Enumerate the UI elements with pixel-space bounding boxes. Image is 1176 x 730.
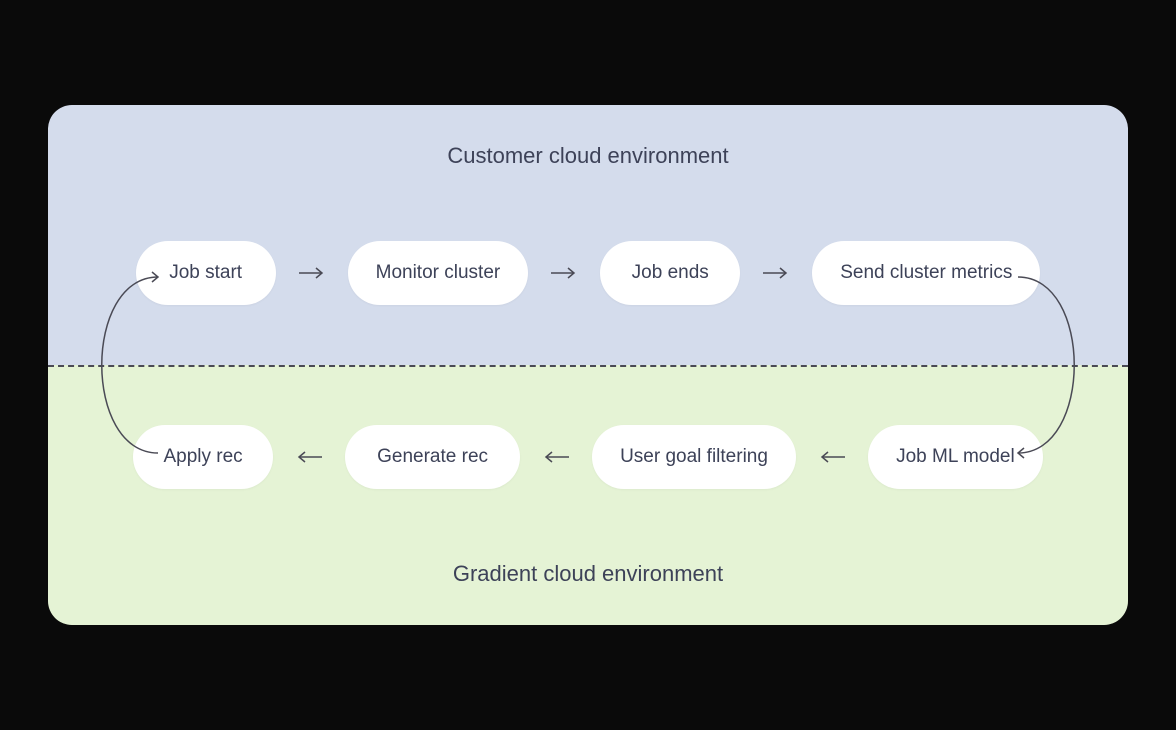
arrow-left-icon [818, 450, 846, 464]
node-generate-rec: Generate rec [345, 425, 520, 489]
arrow-left-icon [295, 450, 323, 464]
section-divider [48, 365, 1128, 367]
node-job-ends: Job ends [600, 241, 740, 305]
node-job-start: Job start [136, 241, 276, 305]
arrow-left-icon [542, 450, 570, 464]
node-job-ml-model: Job ML model [868, 425, 1043, 489]
customer-cloud-section: Customer cloud environment Job start Mon… [48, 105, 1128, 365]
node-send-metrics: Send cluster metrics [812, 241, 1040, 305]
architecture-diagram: Customer cloud environment Job start Mon… [48, 105, 1128, 625]
customer-cloud-title: Customer cloud environment [48, 143, 1128, 169]
node-monitor-cluster: Monitor cluster [348, 241, 529, 305]
gradient-cloud-title: Gradient cloud environment [48, 561, 1128, 587]
gradient-cloud-section: Apply rec Generate rec User goal filteri… [48, 365, 1128, 625]
arrow-right-icon [298, 266, 326, 280]
node-apply-rec: Apply rec [133, 425, 273, 489]
node-user-goal-filtering: User goal filtering [592, 425, 796, 489]
customer-flow-row: Job start Monitor cluster Job ends Send … [48, 241, 1128, 305]
arrow-right-icon [550, 266, 578, 280]
gradient-flow-row: Apply rec Generate rec User goal filteri… [48, 425, 1128, 489]
arrow-right-icon [762, 266, 790, 280]
